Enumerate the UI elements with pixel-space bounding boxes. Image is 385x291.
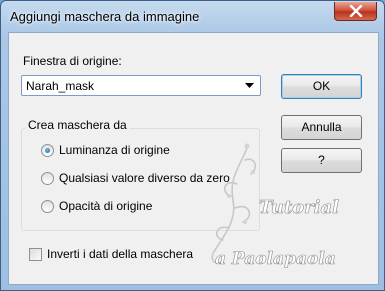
close-button[interactable]: [334, 2, 377, 21]
create-mask-group-label: Crea maschera da: [25, 118, 130, 132]
cancel-button[interactable]: Annulla: [281, 115, 362, 140]
watermark-line2: a Paolapaola: [215, 249, 336, 269]
dialog-window: Aggiungi maschera da immagine Finestra d…: [0, 0, 385, 291]
ok-button[interactable]: OK: [281, 74, 362, 99]
source-window-value: Narah_mask: [26, 79, 95, 93]
watermark-line1: Tutorial: [259, 197, 339, 218]
close-icon: [349, 5, 362, 17]
dialog-title: Aggiungi maschera da immagine: [10, 9, 200, 24]
invert-mask-label: Inverti i dati della maschera: [47, 247, 194, 261]
radio-button[interactable]: [41, 144, 54, 157]
radio-label: Opacità di origine: [59, 199, 153, 213]
source-window-dropdown[interactable]: Narah_mask: [21, 75, 261, 96]
radio-selected-dot: [45, 148, 50, 153]
radio-button[interactable]: [41, 200, 54, 213]
title-bar[interactable]: Aggiungi maschera da immagine: [1, 1, 384, 33]
dialog-body: Finestra di origine: Narah_mask OK Annul…: [8, 32, 379, 285]
watermark-logo: Tutorial a Paolapaola: [211, 143, 339, 269]
chevron-down-icon: [245, 83, 254, 88]
invert-mask-checkbox[interactable]: [29, 248, 42, 261]
source-window-label: Finestra di origine:: [23, 54, 122, 68]
radio-button[interactable]: [41, 172, 54, 185]
radio-label: Luminanza di origine: [59, 143, 170, 157]
